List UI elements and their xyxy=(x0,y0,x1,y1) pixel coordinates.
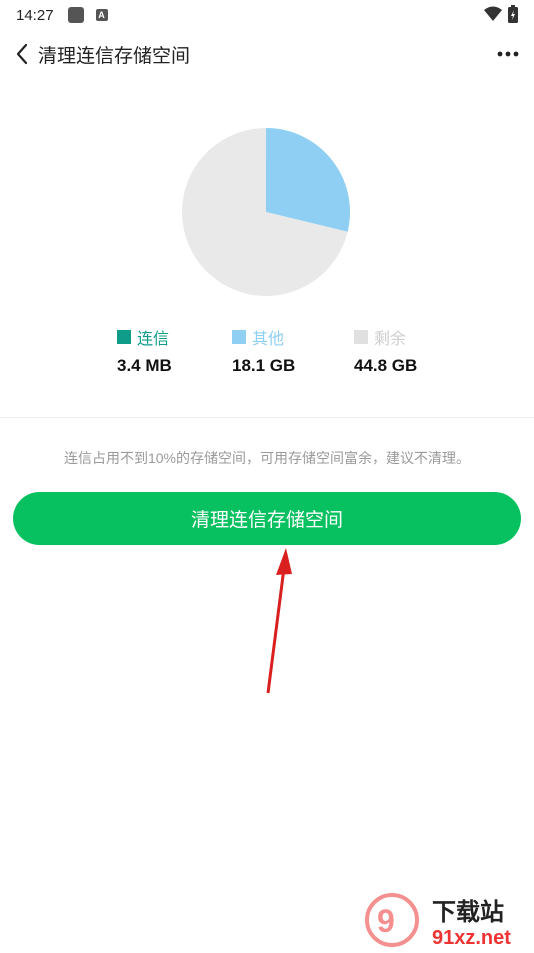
legend-item-lianxin: 连信 3.4 MB xyxy=(117,326,172,376)
legend-value-lianxin: 3.4 MB xyxy=(117,356,172,376)
legend-swatch-remaining xyxy=(354,330,368,344)
notification-icon xyxy=(68,7,84,23)
arrow-head xyxy=(276,548,292,575)
more-options-button[interactable] xyxy=(490,38,526,70)
wifi-icon xyxy=(484,6,502,22)
legend-item-other: 其他 18.1 GB xyxy=(232,326,295,376)
chevron-left-icon xyxy=(15,43,29,65)
legend-label-lianxin: 连信 xyxy=(137,325,169,349)
section-divider xyxy=(0,417,534,418)
legend-value-other: 18.1 GB xyxy=(232,356,295,376)
legend-value-remaining: 44.8 GB xyxy=(354,356,417,376)
clean-storage-button[interactable]: 清理连信存储空间 xyxy=(13,492,521,545)
arrow-shaft xyxy=(268,568,284,693)
keyboard-notification-icon: A xyxy=(96,9,108,21)
more-horizontal-icon xyxy=(497,51,519,57)
svg-text:9: 9 xyxy=(377,903,395,939)
legend-label-other: 其他 xyxy=(252,325,284,349)
legend-swatch-lianxin xyxy=(117,330,131,344)
battery-icon xyxy=(508,5,518,23)
storage-notice-text: 连信占用不到10%的存储空间，可用存储空间富余，建议不清理。 xyxy=(0,448,534,468)
site-watermark: 9 下载站 91xz.net xyxy=(360,890,530,948)
status-icons xyxy=(484,5,518,23)
page-title: 清理连信存储空间 xyxy=(38,41,190,68)
legend-swatch-other xyxy=(232,330,246,344)
top-app-bar: 清理连信存储空间 xyxy=(0,30,534,78)
status-bar: 14:27 A xyxy=(0,0,534,30)
status-time: 14:27 xyxy=(16,7,54,24)
watermark-logo: 9 下载站 91xz.net xyxy=(360,890,530,948)
legend-item-remaining: 剩余 44.8 GB xyxy=(354,326,417,376)
pie-chart-svg xyxy=(182,128,350,296)
storage-pie-chart xyxy=(182,128,350,296)
legend-label-remaining: 剩余 xyxy=(374,325,406,349)
svg-text:91xz.net: 91xz.net xyxy=(432,927,511,948)
svg-text:下载站: 下载站 xyxy=(432,898,504,926)
